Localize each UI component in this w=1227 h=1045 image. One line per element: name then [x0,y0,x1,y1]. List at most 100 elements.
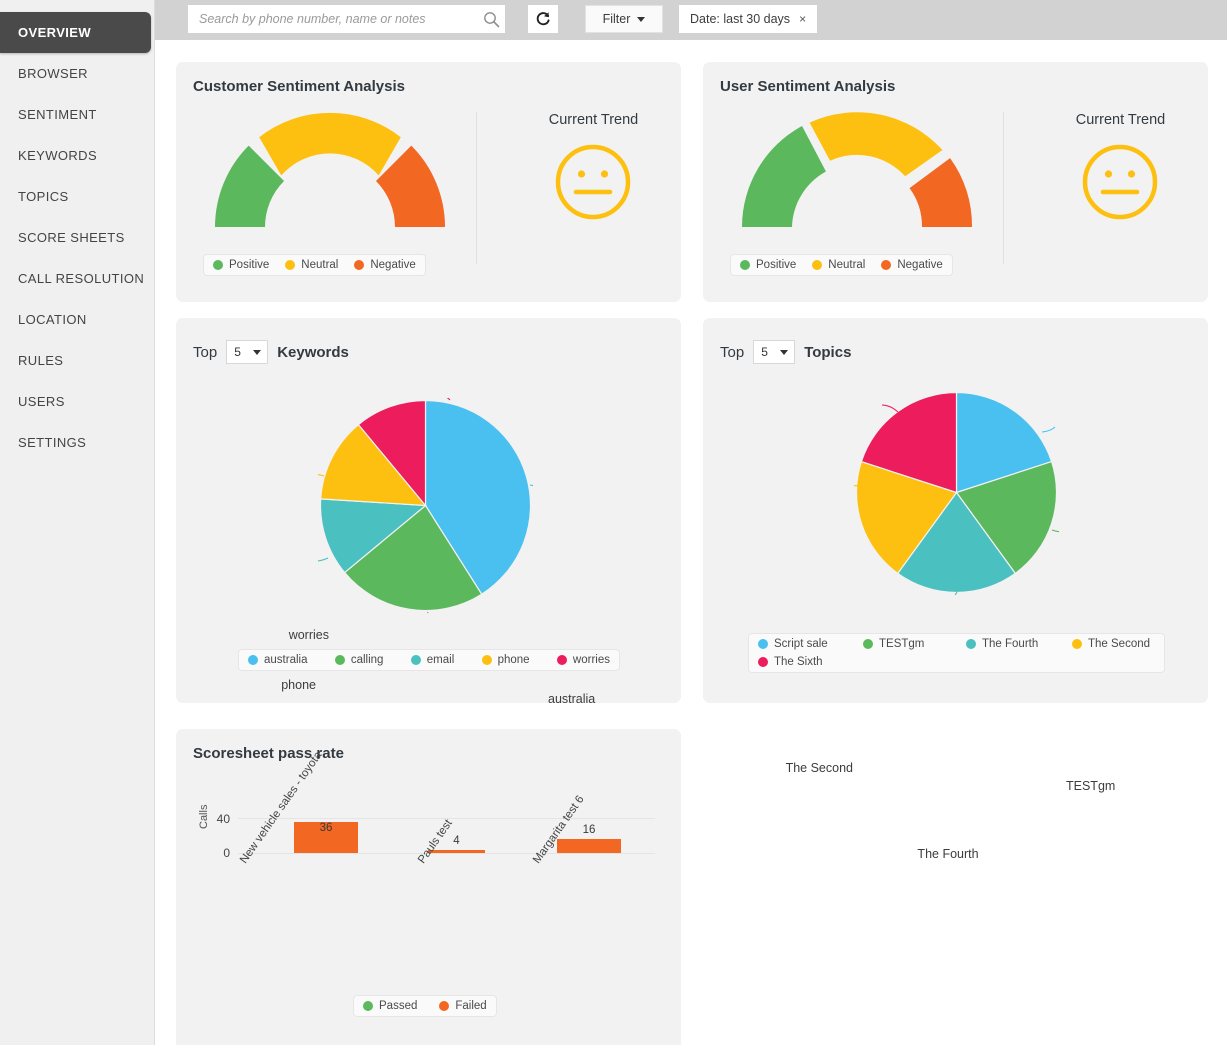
search-input[interactable] [189,6,478,32]
user-sentiment-card: User Sentiment Analysis Current Trend Po… [703,62,1208,302]
date-filter-chip[interactable]: Date: last 30 days × [679,5,818,33]
legend-item[interactable]: The Second [1072,638,1150,650]
sidebar-item-location[interactable]: LOCATION [0,299,154,340]
search-icon[interactable] [478,6,504,32]
pie-label-testgm: TESTgm [1066,779,1116,793]
page-title: User Sentiment Analysis [720,78,896,95]
sidebar-item-users[interactable]: USERS [0,381,154,422]
topics-count-select[interactable]: 5 [753,340,796,364]
sidebar-item-label: KEYWORDS [18,148,98,163]
sidebar-item-label: CALL RESOLUTION [18,271,145,286]
date-filter-label: Date: last 30 days [690,12,791,26]
legend-item[interactable]: Negative [881,259,943,271]
current-trend-title: Current Trend [1075,112,1166,128]
topics-legend: Script sale TESTgm The Fourth The Second… [748,633,1165,673]
sidebar-item-call-resolution[interactable]: CALL RESOLUTION [0,258,154,299]
sidebar-item-label: SENTIMENT [18,107,97,122]
legend-item[interactable]: Failed [439,1000,487,1012]
legend-item[interactable]: Negative [354,259,416,271]
sidebar-item-label: BROWSER [18,66,88,81]
legend-label: Passed [379,1000,418,1012]
sidebar-item-label: RULES [18,353,64,368]
y-tick-max: 40 [216,812,230,826]
legend-label: Script sale [774,638,828,650]
gridline [238,853,655,854]
sidebar-item-label: SCORE SHEETS [18,230,125,245]
legend-swatch [740,260,750,270]
sidebar-item-keywords[interactable]: KEYWORDS [0,135,154,176]
legend-label: TESTgm [879,638,925,650]
sidebar: OVERVIEW BROWSER SENTIMENT KEYWORDS TOPI… [0,0,155,1045]
legend-item[interactable]: australia [248,654,307,666]
customer-sentiment-card: Customer Sentiment Analysis Current Tren… [176,62,681,302]
legend-item[interactable]: calling [334,654,383,666]
sentiment-legend: Positive Neutral Negative [730,254,953,276]
pie-label-worries: worries [288,628,329,642]
top-suffix-label: Keywords [277,343,349,361]
neutral-face-icon [555,144,631,220]
legend-swatch [966,639,976,649]
toolbar: Filter Date: last 30 days × [155,0,1227,40]
sidebar-item-browser[interactable]: BROWSER [0,53,154,94]
legend-swatch [758,639,768,649]
legend-swatch [354,260,365,270]
legend-swatch [410,655,421,665]
topics-pie-chart [854,391,1059,595]
legend-item[interactable]: Neutral [812,259,865,271]
legend-item[interactable]: Positive [740,259,796,271]
neutral-face-icon [1082,144,1158,220]
legend-item[interactable]: Script sale [758,638,863,650]
pie-label-the-second: The Second [785,761,853,775]
legend-item[interactable]: Neutral [285,259,338,271]
legend-item[interactable]: TESTgm [863,638,966,650]
legend-swatch [334,655,345,665]
legend-item[interactable]: The Fourth [966,638,1072,650]
dashboard-page: OVERVIEW BROWSER SENTIMENT KEYWORDS TOPI… [0,0,1227,1045]
legend-item[interactable]: worries [556,654,610,666]
sidebar-item-score-sheets[interactable]: SCORE SHEETS [0,217,154,258]
legend-label: Neutral [828,259,866,271]
legend-item[interactable]: phone [481,654,530,666]
sentiment-legend: Positive Neutral Negative [203,254,426,276]
legend-item[interactable]: Positive [213,259,269,271]
sidebar-item-topics[interactable]: TOPICS [0,176,154,217]
gauge-chart [215,112,445,227]
legend-label: worries [572,654,610,666]
legend-item[interactable]: email [410,654,454,666]
legend-label: Negative [370,259,416,271]
sidebar-item-label: LOCATION [18,312,87,327]
close-icon[interactable]: × [799,12,806,26]
legend-item[interactable]: Passed [363,1000,417,1012]
search-box[interactable] [188,5,505,33]
sidebar-item-overview[interactable]: OVERVIEW [0,12,151,53]
legend-swatch [213,260,223,270]
sidebar-item-label: TOPICS [18,189,69,204]
sidebar-item-rules[interactable]: RULES [0,340,154,381]
keywords-pie-chart [318,398,533,613]
legend-swatch [285,260,296,270]
chevron-down-icon [780,350,789,355]
filter-button[interactable]: Filter [585,5,663,33]
legend-label: The Second [1088,638,1151,650]
bar-margarita-test-6[interactable] [557,839,621,853]
top-topics-header: Top 5 Topics [720,340,851,364]
legend-label: Positive [756,259,797,271]
gauge-chart [742,112,973,227]
legend-label: The Fourth [982,638,1039,650]
top-prefix-label: Top [720,343,745,361]
scoresheet-pass-rate-card: Scoresheet pass rate Calls 40 0 36 4 16 … [176,729,681,1045]
legend-label: australia [264,654,308,666]
legend-swatch [1072,639,1082,649]
filter-label: Filter [602,12,631,26]
divider [1003,112,1004,264]
refresh-icon [536,12,550,26]
legend-item[interactable]: The Sixth [758,656,1155,668]
sidebar-item-settings[interactable]: SETTINGS [0,422,154,463]
top-prefix-label: Top [193,343,218,361]
keywords-count-select[interactable]: 5 [226,340,269,364]
sidebar-item-sentiment[interactable]: SENTIMENT [0,94,154,135]
top-keywords-card: Top 5 Keywords australia worries phone a… [176,318,681,870]
refresh-button[interactable] [528,5,558,33]
divider [476,112,477,264]
legend-label: phone [497,654,530,666]
